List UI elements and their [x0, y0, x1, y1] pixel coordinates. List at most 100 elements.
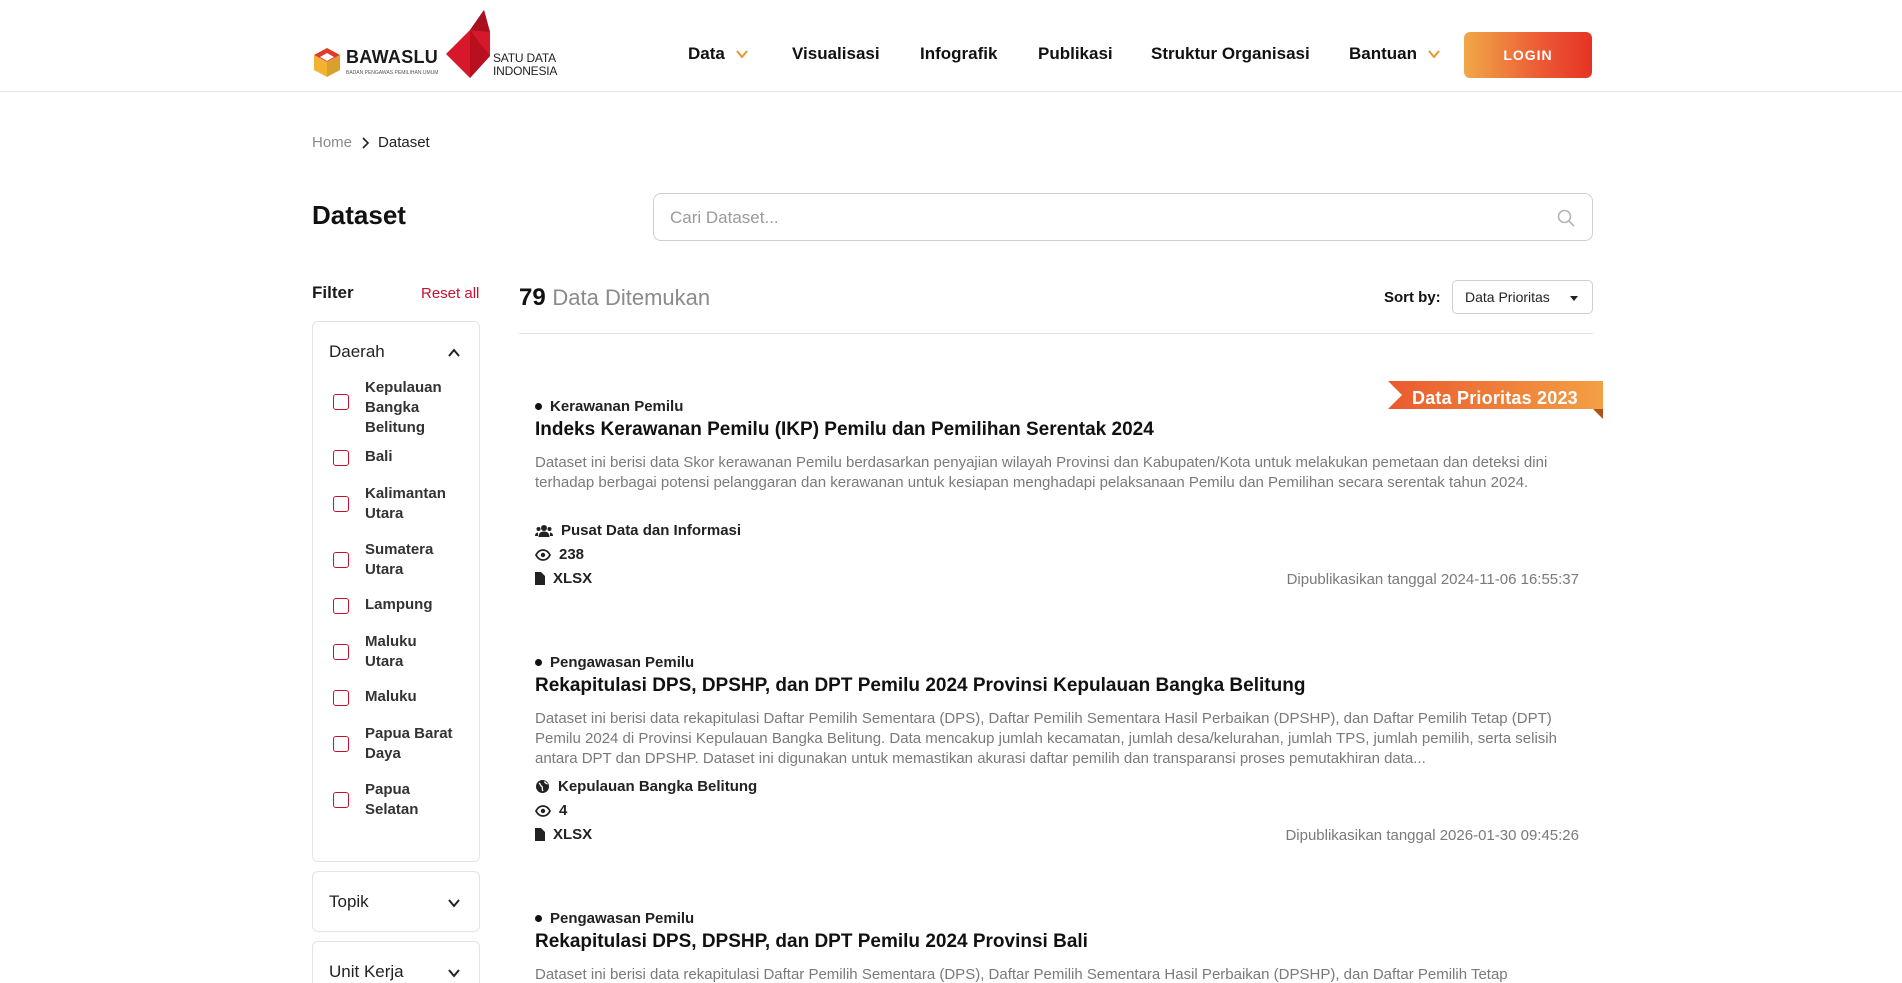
- chevron-down-icon: [448, 969, 460, 978]
- nav-bantuan[interactable]: Bantuan: [1349, 44, 1441, 64]
- filter-region-item[interactable]: Bali: [333, 448, 393, 466]
- dataset-published-date: Dipublikasikan tanggal 2024-11-06 16:55:…: [1286, 571, 1579, 588]
- bawaslu-wordmark: BAWASLU: [346, 47, 439, 67]
- region-checkbox[interactable]: [333, 792, 349, 808]
- chevron-down-icon: [448, 899, 460, 908]
- sdi-line-2: INDONESIA: [493, 64, 558, 78]
- region-checkbox[interactable]: [333, 690, 349, 706]
- site-header: BAWASLU BADAN PENGAWAS PEMILIHAN UMUM SA…: [0, 0, 1902, 92]
- dataset-card[interactable]: Pengawasan Pemilu Rekapitulasi DPS, DPSH…: [535, 910, 1579, 983]
- nav-struktur-organisasi[interactable]: Struktur Organisasi: [1151, 44, 1310, 64]
- sort-select[interactable]: Data Prioritas: [1452, 280, 1593, 314]
- region-checkbox[interactable]: [333, 598, 349, 614]
- login-button[interactable]: LOGIN: [1464, 32, 1592, 78]
- filter-region-item[interactable]: Papua Selatan: [333, 781, 418, 818]
- bullet-icon: [535, 915, 542, 922]
- reset-all-link[interactable]: Reset all: [421, 285, 479, 302]
- dataset-description: Dataset ini berisi data Skor kerawanan P…: [535, 454, 1548, 491]
- filter-region-item[interactable]: Maluku Utara: [333, 633, 417, 670]
- dataset-card[interactable]: Pengawasan Pemilu Rekapitulasi DPS, DPSH…: [535, 654, 1579, 849]
- satu-data-indonesia-wordmark: SATU DATA INDONESIA: [493, 52, 557, 78]
- filter-panel-unit-kerja[interactable]: Unit Kerja: [312, 941, 480, 983]
- nav-visualisasi-label: Visualisasi: [792, 44, 880, 63]
- chevron-up-icon[interactable]: [447, 346, 461, 360]
- dataset-source: Kepulauan Bangka Belitung: [535, 778, 757, 795]
- result-count-number: 79: [519, 284, 546, 311]
- region-checkbox[interactable]: [333, 736, 349, 752]
- filter-region-item[interactable]: Maluku: [333, 688, 417, 706]
- filter-region-item[interactable]: Sumatera Utara: [333, 541, 433, 578]
- dataset-description: Dataset ini berisi data rekapitulasi Daf…: [535, 710, 1557, 767]
- region-checkbox[interactable]: [333, 394, 349, 410]
- dataset-source-label: Kepulauan Bangka Belitung: [558, 778, 758, 795]
- bawaslu-subtitle: BADAN PENGAWAS PEMILIHAN UMUM: [346, 70, 439, 76]
- caret-down-icon: [1570, 296, 1578, 301]
- dataset-card[interactable]: Kerawanan Pemilu Indeks Kerawanan Pemilu…: [535, 398, 1579, 593]
- nav-data[interactable]: Data: [688, 44, 749, 64]
- region-label: Lampung: [365, 596, 433, 613]
- file-icon: [535, 828, 545, 841]
- file-icon: [535, 572, 545, 585]
- region-label: Bali: [365, 448, 393, 465]
- dataset-source: Pusat Data dan Informasi: [535, 522, 741, 539]
- bawaslu-logo-icon: [312, 46, 342, 78]
- dataset-category-label: Kerawanan Pemilu: [550, 398, 684, 415]
- nav-visualisasi[interactable]: Visualisasi: [792, 44, 880, 64]
- bawaslu-logo[interactable]: BAWASLU BADAN PENGAWAS PEMILIHAN UMUM: [312, 46, 438, 78]
- bullet-icon: [535, 659, 542, 666]
- nav-infografik-label: Infografik: [920, 44, 998, 63]
- nav-struktur-organisasi-label: Struktur Organisasi: [1151, 44, 1310, 63]
- dataset-views: 238: [535, 546, 584, 563]
- filter-daerah-title[interactable]: Daerah: [329, 342, 385, 362]
- result-count-label: Data Ditemukan: [552, 285, 711, 310]
- sort-label: Sort by:: [1384, 289, 1441, 306]
- dataset-description: Dataset ini berisi data rekapitulasi Daf…: [535, 966, 1508, 983]
- breadcrumb-home[interactable]: Home: [312, 134, 352, 151]
- nav-publikasi-label: Publikasi: [1038, 44, 1113, 63]
- dataset-category-label: Pengawasan Pemilu: [550, 910, 695, 927]
- dataset-title[interactable]: Rekapitulasi DPS, DPSHP, dan DPT Pemilu …: [535, 675, 1305, 697]
- dataset-title[interactable]: Indeks Kerawanan Pemilu (IKP) Pemilu dan…: [535, 419, 1154, 441]
- dataset-format-label: XLSX: [553, 826, 593, 843]
- region-checkbox[interactable]: [333, 552, 349, 568]
- bullet-icon: [535, 403, 542, 410]
- filter-heading: Filter: [312, 283, 354, 302]
- nav-data-label: Data: [688, 44, 725, 63]
- dataset-views-count: 238: [559, 546, 585, 563]
- sort-select-value: Data Prioritas: [1465, 289, 1550, 305]
- dataset-format: XLSX: [535, 570, 592, 587]
- filter-region-item[interactable]: Kepulauan Bangka Belitung: [333, 379, 442, 436]
- search-input[interactable]: [670, 206, 1530, 230]
- dataset-source-label: Pusat Data dan Informasi: [561, 522, 742, 539]
- search-icon[interactable]: [1556, 208, 1576, 228]
- region-label: Papua Selatan: [365, 781, 419, 818]
- dataset-category: Pengawasan Pemilu: [535, 654, 694, 671]
- users-icon: [535, 524, 553, 537]
- region-checkbox[interactable]: [333, 496, 349, 512]
- filter-region-item[interactable]: Papua Barat Daya: [333, 725, 453, 762]
- globe-icon: [536, 780, 549, 793]
- filter-panel-topik[interactable]: Topik: [312, 871, 480, 932]
- dataset-format: XLSX: [535, 826, 592, 843]
- dataset-views-count: 4: [559, 802, 568, 819]
- nav-infografik[interactable]: Infografik: [920, 44, 997, 64]
- region-checkbox[interactable]: [333, 644, 349, 660]
- breadcrumb: Home Dataset: [312, 134, 430, 151]
- filter-panel-daerah: Daerah Kepulauan Bangka Belitung Bali Ka…: [312, 321, 480, 862]
- dataset-category: Pengawasan Pemilu: [535, 910, 694, 927]
- eye-icon: [535, 548, 551, 561]
- chevron-down-icon: [1428, 50, 1440, 59]
- region-checkbox[interactable]: [333, 450, 349, 466]
- filter-region-item[interactable]: Kalimantan Utara: [333, 485, 446, 522]
- dataset-format-label: XLSX: [553, 570, 593, 587]
- filter-region-item[interactable]: Lampung: [333, 596, 433, 614]
- dataset-title[interactable]: Rekapitulasi DPS, DPSHP, dan DPT Pemilu …: [535, 931, 1088, 953]
- page-title: Dataset: [312, 200, 406, 230]
- region-label: Kalimantan Utara: [365, 485, 446, 522]
- dataset-views: 4: [535, 802, 567, 819]
- dataset-published-date: Dipublikasikan tanggal 2026-01-30 09:45:…: [1285, 827, 1579, 844]
- nav-bantuan-label: Bantuan: [1349, 44, 1417, 63]
- nav-publikasi[interactable]: Publikasi: [1038, 44, 1113, 64]
- satu-data-indonesia-logo[interactable]: SATU DATA INDONESIA: [444, 10, 564, 82]
- filter-topik-title: Topik: [329, 892, 369, 911]
